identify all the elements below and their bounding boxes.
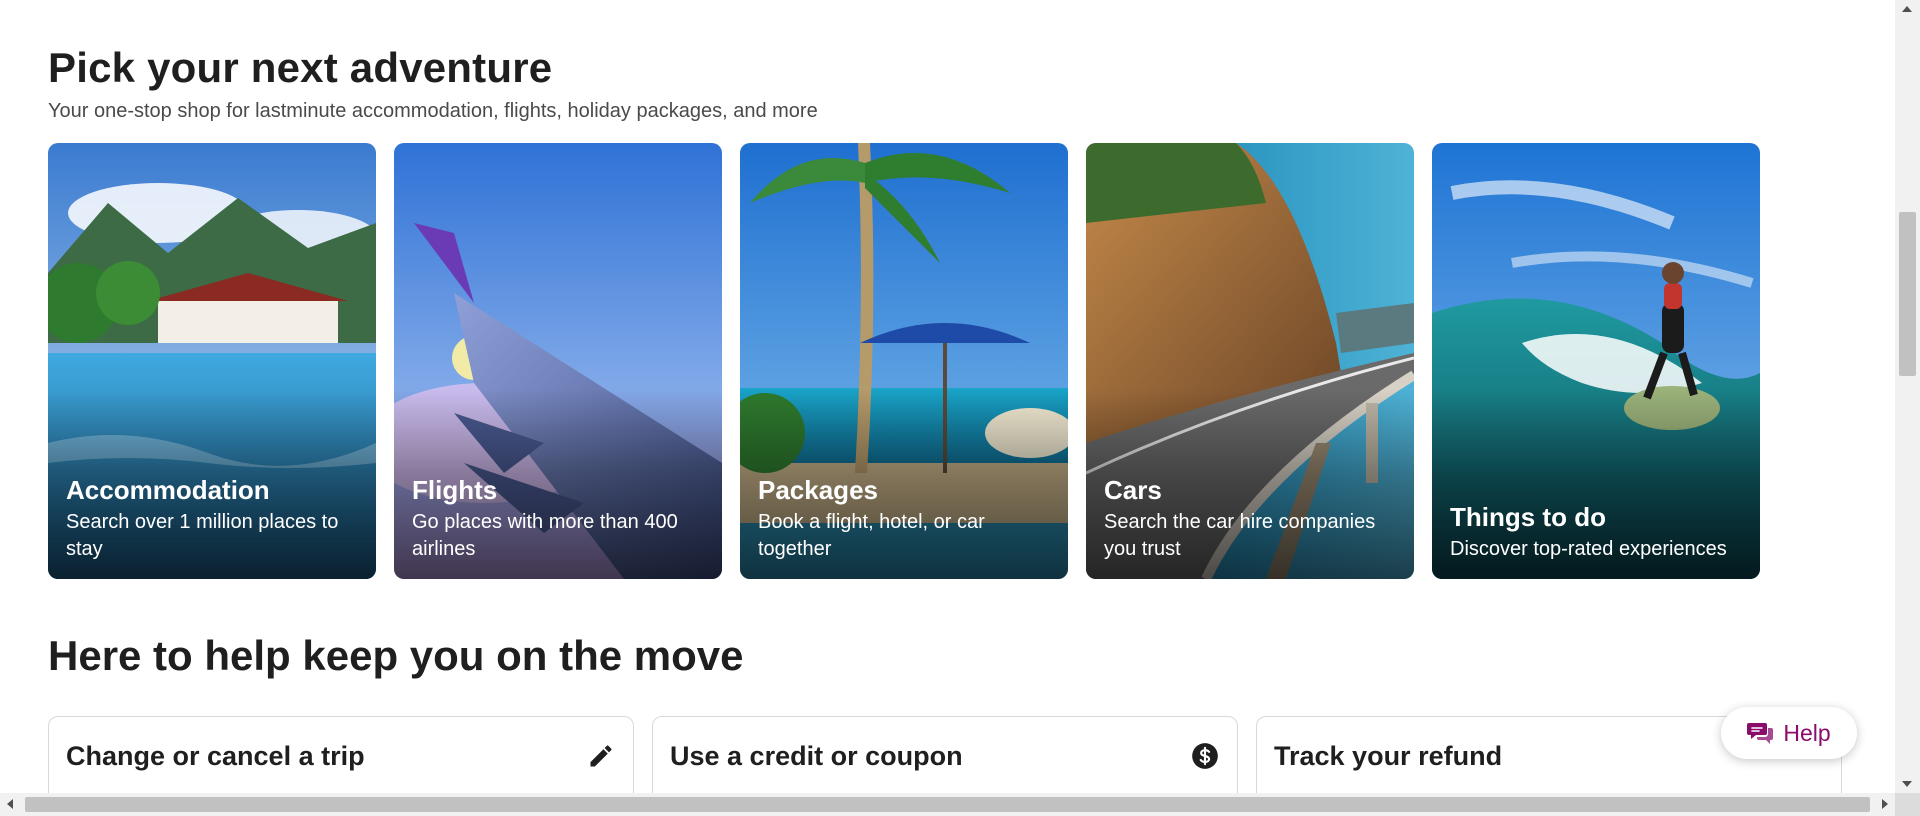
scroll-left-arrow-icon[interactable] bbox=[7, 799, 13, 809]
change-cancel-trip-card[interactable]: Change or cancel a trip bbox=[48, 716, 634, 793]
help-cards: Change or cancel a trip Use a credit or … bbox=[48, 716, 1842, 793]
pencil-icon bbox=[590, 745, 612, 767]
vertical-scroll-thumb[interactable] bbox=[1899, 212, 1916, 376]
page-content: Pick your next adventure Your one-stop s… bbox=[0, 0, 1895, 793]
card-description: Go places with more than 400 airlines bbox=[412, 511, 678, 560]
card-title: Cars bbox=[1104, 475, 1162, 505]
section-title-adventure: Pick your next adventure bbox=[48, 44, 553, 91]
card-title: Accommodation bbox=[66, 475, 270, 505]
card-description: Book a flight, hotel, or car together bbox=[758, 511, 985, 560]
horizontal-scrollbar[interactable] bbox=[0, 793, 1895, 816]
card-title: Things to do bbox=[1450, 502, 1606, 532]
card-description: Discover top-rated experiences bbox=[1450, 538, 1727, 560]
section-subtitle-adventure: Your one-stop shop for lastminute accomm… bbox=[48, 100, 818, 122]
help-card-label: Use a credit or coupon bbox=[670, 741, 963, 771]
card-description: Search over 1 million places to stay bbox=[66, 511, 339, 560]
card-title: Flights bbox=[412, 475, 498, 505]
card-accommodation[interactable]: Accommodation Search over 1 million plac… bbox=[48, 143, 376, 579]
help-card-label: Change or cancel a trip bbox=[66, 741, 365, 771]
vertical-scrollbar[interactable] bbox=[1895, 0, 1920, 793]
horizontal-scroll-thumb[interactable] bbox=[25, 797, 1870, 812]
adventure-cards: Accommodation Search over 1 million plac… bbox=[48, 143, 1760, 579]
help-card-label: Track your refund bbox=[1274, 741, 1503, 771]
scroll-down-arrow-icon[interactable] bbox=[1902, 781, 1912, 787]
help-button[interactable]: Help bbox=[1721, 707, 1857, 759]
use-credit-coupon-card[interactable]: Use a credit or coupon bbox=[652, 716, 1238, 793]
card-things-to-do[interactable]: Things to do Discover top-rated experien… bbox=[1432, 143, 1760, 579]
card-cars[interactable]: Cars Search the car hire companies you t… bbox=[1086, 143, 1414, 579]
chat-icon bbox=[1747, 723, 1774, 744]
scroll-right-arrow-icon[interactable] bbox=[1882, 799, 1888, 809]
card-flights[interactable]: Flights Go places with more than 400 air… bbox=[394, 143, 722, 579]
scrollbar-corner bbox=[1895, 793, 1920, 816]
card-packages[interactable]: Packages Book a flight, hotel, or car to… bbox=[740, 143, 1068, 579]
section-title-help: Here to help keep you on the move bbox=[48, 632, 744, 679]
scroll-up-arrow-icon[interactable] bbox=[1902, 6, 1912, 12]
card-description: Search the car hire companies you trust bbox=[1104, 511, 1376, 560]
help-button-label: Help bbox=[1783, 719, 1831, 746]
coupon-dollar-icon bbox=[1192, 743, 1218, 769]
card-title: Packages bbox=[758, 475, 878, 505]
